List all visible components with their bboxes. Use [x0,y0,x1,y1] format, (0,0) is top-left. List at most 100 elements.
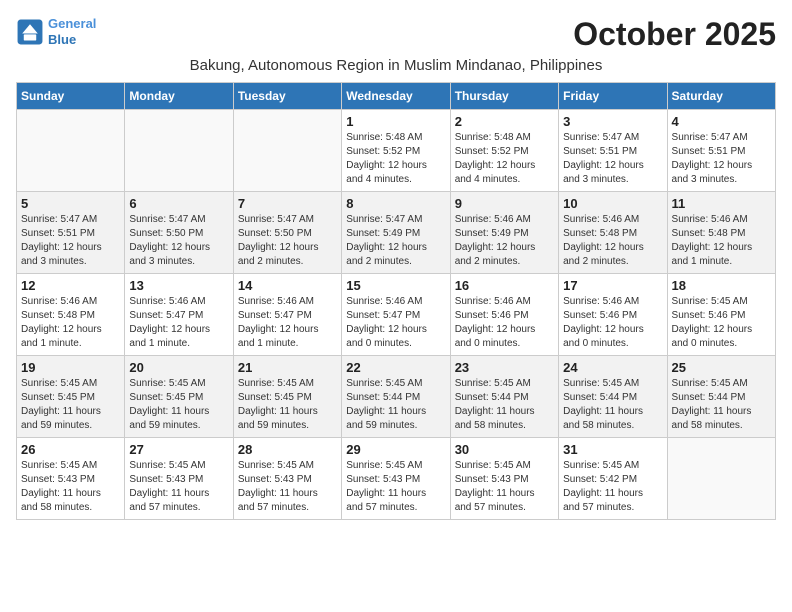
day-number: 17 [563,278,662,293]
calendar-cell [125,110,233,192]
day-info: Sunrise: 5:46 AM Sunset: 5:48 PM Dayligh… [563,213,662,269]
day-info: Sunrise: 5:45 AM Sunset: 5:45 PM Dayligh… [238,377,337,433]
day-info: Sunrise: 5:45 AM Sunset: 5:43 PM Dayligh… [346,459,445,515]
logo-line1: General [48,16,96,31]
day-info: Sunrise: 5:46 AM Sunset: 5:46 PM Dayligh… [455,295,554,351]
calendar-cell: 10 Sunrise: 5:46 AM Sunset: 5:48 PM Dayli… [559,192,667,274]
header-monday: Monday [125,83,233,110]
calendar-cell: 28 Sunrise: 5:45 AM Sunset: 5:43 PM Dayli… [233,438,341,520]
day-info: Sunrise: 5:48 AM Sunset: 5:52 PM Dayligh… [455,131,554,187]
day-info: Sunrise: 5:47 AM Sunset: 5:50 PM Dayligh… [129,213,228,269]
day-number: 20 [129,360,228,375]
calendar-week-3: 12 Sunrise: 5:46 AM Sunset: 5:48 PM Dayli… [17,274,776,356]
day-info: Sunrise: 5:45 AM Sunset: 5:43 PM Dayligh… [238,459,337,515]
header-sunday: Sunday [17,83,125,110]
logo-line2: Blue [48,32,76,47]
calendar-week-4: 19 Sunrise: 5:45 AM Sunset: 5:45 PM Dayli… [17,356,776,438]
day-number: 28 [238,442,337,457]
calendar-cell: 19 Sunrise: 5:45 AM Sunset: 5:45 PM Dayli… [17,356,125,438]
calendar-cell: 21 Sunrise: 5:45 AM Sunset: 5:45 PM Dayli… [233,356,341,438]
day-number: 3 [563,114,662,129]
calendar-cell: 31Sunrise: 5:45 AM Sunset: 5:42 PM Dayli… [559,438,667,520]
day-info: Sunrise: 5:48 AM Sunset: 5:52 PM Dayligh… [346,131,445,187]
day-info: Sunrise: 5:47 AM Sunset: 5:50 PM Dayligh… [238,213,337,269]
day-number: 8 [346,196,445,211]
calendar-cell [667,438,775,520]
header-saturday: Saturday [667,83,775,110]
day-number: 24 [563,360,662,375]
day-number: 31 [563,442,662,457]
day-info: Sunrise: 5:45 AM Sunset: 5:44 PM Dayligh… [563,377,662,433]
day-info: Sunrise: 5:45 AM Sunset: 5:45 PM Dayligh… [21,377,120,433]
day-number: 1 [346,114,445,129]
day-number: 29 [346,442,445,457]
day-number: 6 [129,196,228,211]
day-number: 5 [21,196,120,211]
day-number: 27 [129,442,228,457]
logo-text: General Blue [48,16,96,47]
day-number: 9 [455,196,554,211]
calendar-cell: 12 Sunrise: 5:46 AM Sunset: 5:48 PM Dayli… [17,274,125,356]
day-number: 22 [346,360,445,375]
calendar-cell: 25 Sunrise: 5:45 AM Sunset: 5:44 PM Dayli… [667,356,775,438]
day-number: 25 [672,360,771,375]
calendar-cell: 16 Sunrise: 5:46 AM Sunset: 5:46 PM Dayli… [450,274,558,356]
day-info: Sunrise: 5:45 AM Sunset: 5:45 PM Dayligh… [129,377,228,433]
calendar-table: Sunday Monday Tuesday Wednesday Thursday… [16,82,776,520]
day-info: Sunrise: 5:45 AM Sunset: 5:44 PM Dayligh… [346,377,445,433]
day-info: Sunrise: 5:47 AM Sunset: 5:51 PM Dayligh… [563,131,662,187]
day-info: Sunrise: 5:46 AM Sunset: 5:48 PM Dayligh… [672,213,771,269]
calendar-week-5: 26 Sunrise: 5:45 AM Sunset: 5:43 PM Dayli… [17,438,776,520]
day-info: Sunrise: 5:45 AM Sunset: 5:43 PM Dayligh… [455,459,554,515]
day-info: Sunrise: 5:45 AM Sunset: 5:44 PM Dayligh… [455,377,554,433]
calendar-body: 1 Sunrise: 5:48 AM Sunset: 5:52 PM Daylig… [17,110,776,520]
calendar-cell: 3 Sunrise: 5:47 AM Sunset: 5:51 PM Daylig… [559,110,667,192]
calendar-cell: 5Sunrise: 5:47 AM Sunset: 5:51 PM Daylig… [17,192,125,274]
day-number: 30 [455,442,554,457]
day-info: Sunrise: 5:46 AM Sunset: 5:47 PM Dayligh… [238,295,337,351]
day-number: 10 [563,196,662,211]
day-number: 4 [672,114,771,129]
calendar-cell: 1 Sunrise: 5:48 AM Sunset: 5:52 PM Daylig… [342,110,450,192]
day-number: 21 [238,360,337,375]
header-thursday: Thursday [450,83,558,110]
calendar-cell: 13Sunrise: 5:46 AM Sunset: 5:47 PM Dayli… [125,274,233,356]
day-number: 16 [455,278,554,293]
header-wednesday: Wednesday [342,83,450,110]
day-number: 15 [346,278,445,293]
calendar-cell: 7 Sunrise: 5:47 AM Sunset: 5:50 PM Daylig… [233,192,341,274]
day-number: 23 [455,360,554,375]
calendar-cell: 23 Sunrise: 5:45 AM Sunset: 5:44 PM Dayli… [450,356,558,438]
calendar-cell: 2Sunrise: 5:48 AM Sunset: 5:52 PM Daylig… [450,110,558,192]
calendar-week-2: 5Sunrise: 5:47 AM Sunset: 5:51 PM Daylig… [17,192,776,274]
header-tuesday: Tuesday [233,83,341,110]
calendar-cell: 15 Sunrise: 5:46 AM Sunset: 5:47 PM Dayli… [342,274,450,356]
day-number: 7 [238,196,337,211]
day-info: Sunrise: 5:45 AM Sunset: 5:46 PM Dayligh… [672,295,771,351]
day-number: 11 [672,196,771,211]
calendar-header: Sunday Monday Tuesday Wednesday Thursday… [17,83,776,110]
day-number: 12 [21,278,120,293]
calendar-cell: 8Sunrise: 5:47 AM Sunset: 5:49 PM Daylig… [342,192,450,274]
calendar-cell: 6 Sunrise: 5:47 AM Sunset: 5:50 PM Daylig… [125,192,233,274]
day-info: Sunrise: 5:47 AM Sunset: 5:51 PM Dayligh… [672,131,771,187]
day-info: Sunrise: 5:46 AM Sunset: 5:48 PM Dayligh… [21,295,120,351]
header-friday: Friday [559,83,667,110]
day-number: 19 [21,360,120,375]
day-number: 13 [129,278,228,293]
calendar-week-1: 1 Sunrise: 5:48 AM Sunset: 5:52 PM Daylig… [17,110,776,192]
subtitle: Bakung, Autonomous Region in Muslim Mind… [16,57,776,74]
calendar-cell: 11 Sunrise: 5:46 AM Sunset: 5:48 PM Dayli… [667,192,775,274]
calendar-cell: 27Sunrise: 5:45 AM Sunset: 5:43 PM Dayli… [125,438,233,520]
logo: General Blue [16,16,96,47]
day-info: Sunrise: 5:46 AM Sunset: 5:49 PM Dayligh… [455,213,554,269]
day-number: 18 [672,278,771,293]
day-number: 26 [21,442,120,457]
calendar-cell: 9 Sunrise: 5:46 AM Sunset: 5:49 PM Daylig… [450,192,558,274]
header-row: Sunday Monday Tuesday Wednesday Thursday… [17,83,776,110]
day-info: Sunrise: 5:46 AM Sunset: 5:47 PM Dayligh… [346,295,445,351]
day-info: Sunrise: 5:45 AM Sunset: 5:43 PM Dayligh… [21,459,120,515]
day-info: Sunrise: 5:46 AM Sunset: 5:46 PM Dayligh… [563,295,662,351]
day-info: Sunrise: 5:45 AM Sunset: 5:44 PM Dayligh… [672,377,771,433]
logo-icon [16,18,44,46]
